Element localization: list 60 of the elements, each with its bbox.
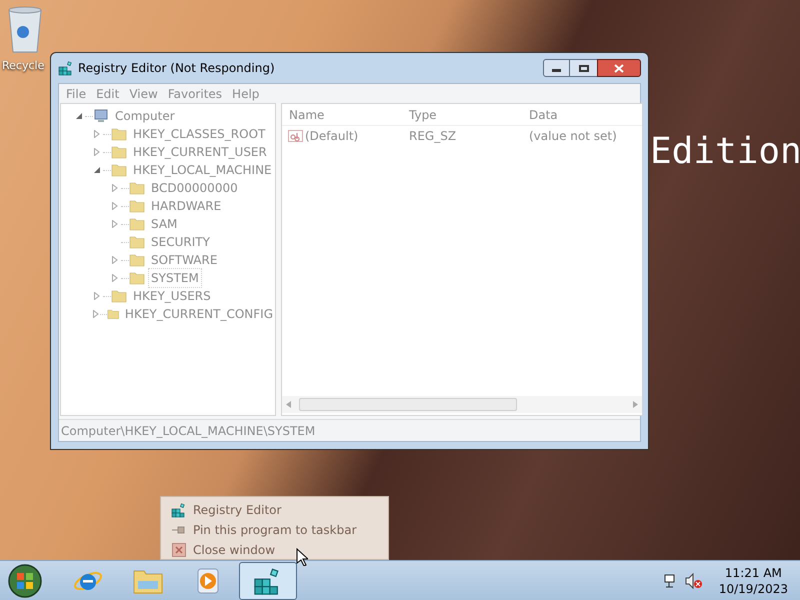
clock-time[interactable]: 11:21 AM (724, 564, 782, 580)
folder-icon (106, 307, 119, 321)
scroll-left-icon[interactable] (286, 401, 291, 408)
registry-icon (58, 60, 74, 76)
jump-list-item[interactable]: Close window (171, 541, 388, 559)
pin-icon (171, 525, 187, 535)
value-type: REG_SZ (408, 128, 458, 145)
tree-item[interactable]: HKEY_USERS (131, 287, 213, 305)
minimize-button[interactable] (543, 59, 570, 77)
menu-item[interactable]: Help (232, 84, 260, 102)
window-title: Registry Editor (Not Responding) (78, 60, 275, 77)
column-header[interactable]: Data (522, 106, 642, 124)
tree-item[interactable]: HKEY_CLASSES_ROOT (131, 125, 268, 143)
value-data: (value not set) (528, 128, 618, 145)
tree-item[interactable]: BCD00000000 (149, 179, 240, 197)
menu-item[interactable]: Favorites (168, 84, 222, 102)
tree-item[interactable]: HKEY_CURRENT_CONFIG (122, 305, 275, 323)
column-header[interactable]: Name (282, 106, 402, 124)
tree-item[interactable]: SAM (149, 215, 180, 233)
close-button[interactable] (597, 59, 641, 77)
folder-icon (111, 163, 127, 177)
muted-speaker-icon[interactable] (684, 572, 703, 588)
string-value-icon (288, 130, 303, 142)
folder-icon (129, 199, 145, 213)
tree-item[interactable]: SYSTEM (149, 269, 201, 287)
tree-item[interactable]: SOFTWARE (149, 251, 220, 269)
mouse-cursor-icon (296, 548, 308, 566)
computer-icon (93, 109, 109, 123)
folder-icon (129, 235, 145, 249)
menu-item[interactable]: View (129, 84, 158, 102)
wallpaper-text: Edition (650, 130, 800, 174)
folder-icon (129, 217, 145, 231)
close-icon (614, 64, 624, 72)
menu-item[interactable]: Edit (96, 84, 120, 102)
tree-item[interactable]: HKEY_LOCAL_MACHINE (131, 161, 274, 179)
tree-item[interactable]: SECURITY (149, 233, 212, 251)
folder-icon (111, 145, 127, 159)
folder-icon (129, 271, 145, 285)
jump-list-item[interactable]: Pin this program to taskbar (171, 521, 388, 539)
folder-icon (129, 181, 145, 195)
horizontal-scrollbar[interactable] (282, 396, 642, 413)
value-name[interactable]: (Default) (305, 127, 358, 145)
tree-item[interactable]: Computer (113, 107, 177, 125)
close-icon (172, 543, 186, 557)
jump-list-item[interactable]: Registry Editor (171, 501, 388, 519)
column-header[interactable]: Type (402, 106, 522, 124)
cubes-icon (171, 502, 187, 518)
maximize-button[interactable] (570, 59, 597, 77)
clock-date[interactable]: 10/19/2023 (718, 580, 788, 596)
expand-arrow-icon[interactable] (91, 310, 100, 318)
taskbar-button[interactable] (239, 562, 297, 600)
scroll-right-icon[interactable] (633, 401, 638, 408)
status-bar-path: Computer\HKEY_LOCAL_MACHINE\SYSTEM (61, 422, 316, 440)
folder-icon (111, 127, 127, 141)
desktop-icon-label[interactable]: Recycle (2, 59, 44, 73)
folder-icon (111, 289, 127, 303)
tree-item[interactable]: HARDWARE (149, 197, 224, 215)
folder-icon (129, 253, 145, 267)
tree-item[interactable]: HKEY_CURRENT_USER (131, 143, 269, 161)
menu-item[interactable]: File (66, 84, 86, 102)
